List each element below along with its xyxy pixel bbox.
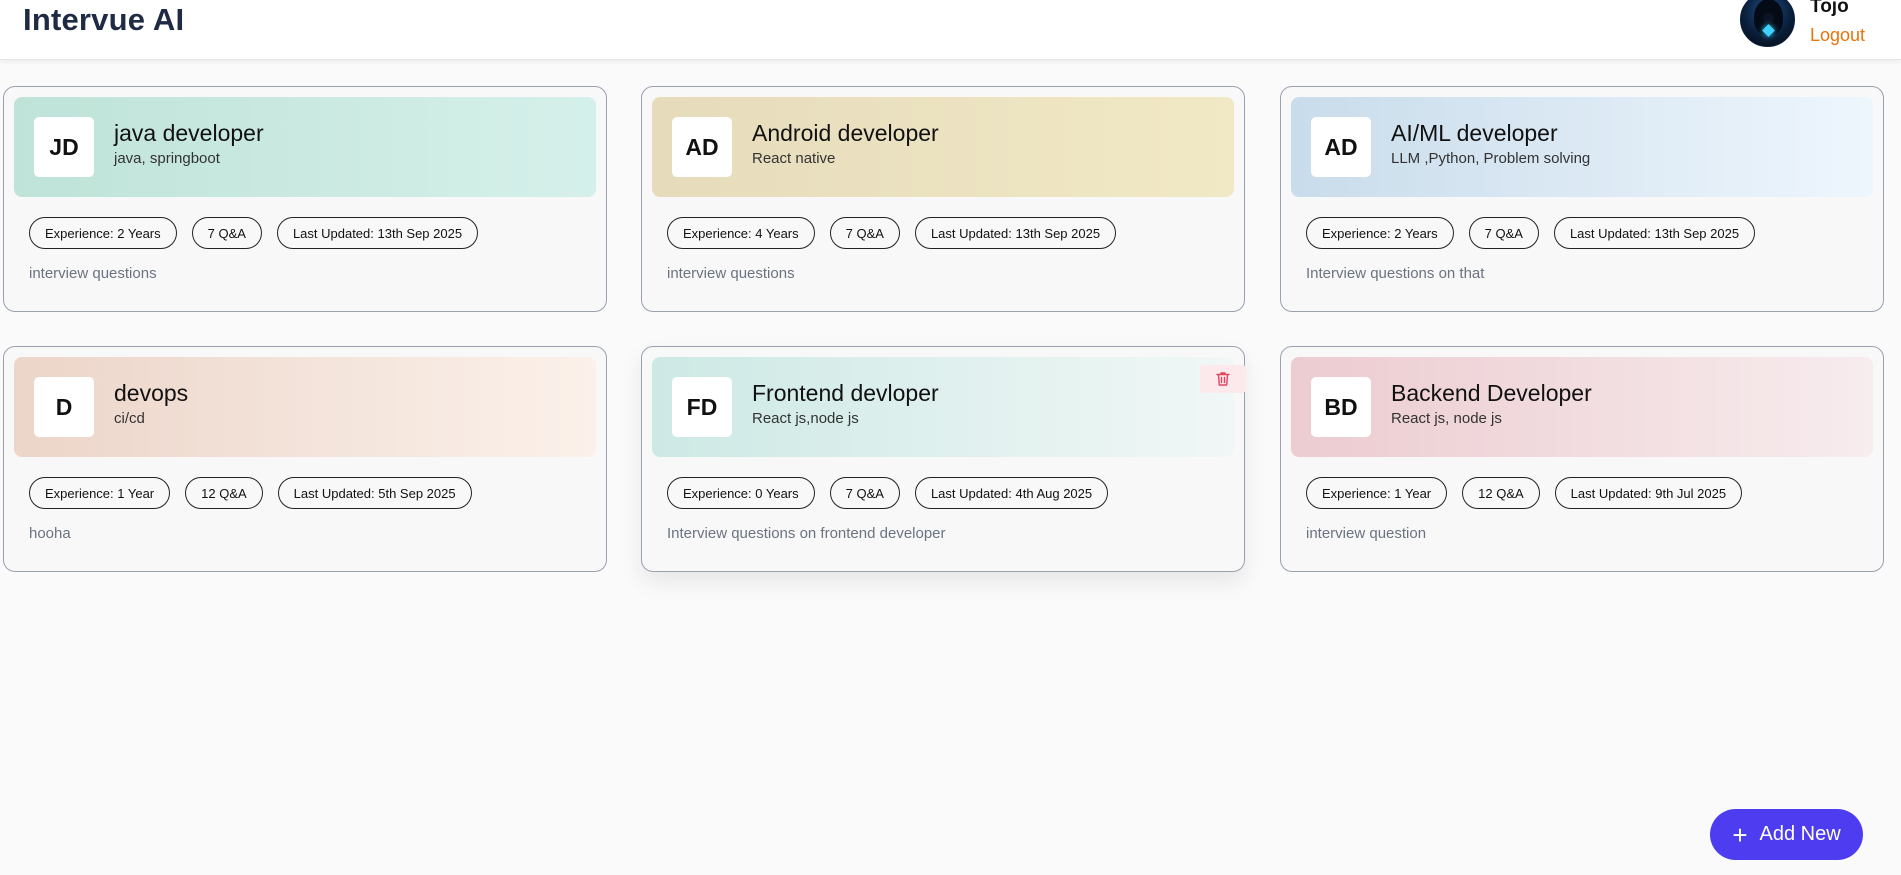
card-header: D devops ci/cd (14, 357, 596, 457)
qa-count-tag: 12 Q&A (185, 477, 263, 509)
last-updated-tag: Last Updated: 13th Sep 2025 (1553, 217, 1756, 249)
card-tags: Experience: 1 Year 12 Q&A Last Updated: … (29, 477, 472, 509)
experience-tag: Experience: 0 Years (667, 477, 815, 509)
interview-card[interactable]: JD java developer java, springboot Exper… (3, 86, 607, 312)
card-tags: Experience: 0 Years 7 Q&A Last Updated: … (667, 477, 1109, 509)
card-tags: Experience: 1 Year 12 Q&A Last Updated: … (1306, 477, 1743, 509)
card-header: AD Android developer React native (652, 97, 1234, 197)
user-avatar[interactable] (1740, 0, 1795, 47)
interview-card[interactable]: D devops ci/cd Experience: 1 Year 12 Q&A… (3, 346, 607, 572)
experience-tag: Experience: 4 Years (667, 217, 815, 249)
plus-icon: + (1732, 819, 1748, 850)
logout-link[interactable]: Logout (1810, 25, 1865, 46)
qa-count-tag: 7 Q&A (191, 217, 262, 249)
qa-count-tag: 12 Q&A (1462, 477, 1540, 509)
experience-tag: Experience: 1 Year (29, 477, 171, 509)
card-skills: React js, node js (1391, 410, 1502, 427)
card-skills: LLM ,Python, Problem solving (1391, 150, 1591, 167)
trash-icon (1216, 372, 1230, 386)
user-name: Tojo (1810, 0, 1849, 17)
card-skills: React native (752, 150, 836, 167)
last-updated-tag: Last Updated: 13th Sep 2025 (914, 217, 1117, 249)
last-updated-tag: Last Updated: 13th Sep 2025 (276, 217, 479, 249)
card-header: AD AI/ML developer LLM ,Python, Problem … (1291, 97, 1873, 197)
experience-tag: Experience: 1 Year (1306, 477, 1448, 509)
app-title: Intervue AI (23, 2, 185, 37)
interview-card[interactable]: BD Backend Developer React js, node js E… (1280, 346, 1884, 572)
card-description: Interview questions on that (1306, 265, 1485, 282)
card-skills: React js,node js (752, 410, 859, 427)
card-header: JD java developer java, springboot (14, 97, 596, 197)
card-description: Interview questions on frontend develope… (667, 525, 946, 542)
card-title: Android developer (752, 120, 939, 146)
card-skills: java, springboot (114, 150, 220, 167)
top-header: Intervue AI Tojo Logout (0, 0, 1901, 60)
card-tags: Experience: 2 Years 7 Q&A Last Updated: … (29, 217, 479, 249)
last-updated-tag: Last Updated: 9th Jul 2025 (1554, 477, 1743, 509)
add-new-button[interactable]: + Add New (1710, 809, 1863, 860)
card-title: AI/ML developer (1391, 120, 1558, 146)
experience-tag: Experience: 2 Years (1306, 217, 1454, 249)
last-updated-tag: Last Updated: 4th Aug 2025 (914, 477, 1109, 509)
card-description: interview questions (667, 265, 795, 282)
card-tags: Experience: 4 Years 7 Q&A Last Updated: … (667, 217, 1117, 249)
interview-card[interactable]: AD Android developer React native Experi… (641, 86, 1245, 312)
card-initials: AD (672, 117, 732, 177)
avatar-face-shape (1763, 13, 1774, 23)
card-header: FD Frontend devloper React js,node js (652, 357, 1246, 457)
delete-button[interactable] (1200, 365, 1246, 393)
experience-tag: Experience: 2 Years (29, 217, 177, 249)
interview-card[interactable]: AD AI/ML developer LLM ,Python, Problem … (1280, 86, 1884, 312)
card-title: Backend Developer (1391, 380, 1592, 406)
add-new-label: Add New (1759, 823, 1841, 845)
qa-count-tag: 7 Q&A (829, 217, 900, 249)
card-initials: FD (672, 377, 732, 437)
card-description: interview questions (29, 265, 157, 282)
qa-count-tag: 7 Q&A (829, 477, 900, 509)
interview-card[interactable]: FD Frontend devloper React js,node js Ex… (641, 346, 1246, 572)
card-skills: ci/cd (114, 410, 145, 427)
card-description: interview question (1306, 525, 1427, 542)
card-initials: BD (1311, 377, 1371, 437)
card-title: Frontend devloper (752, 380, 939, 406)
card-initials: AD (1311, 117, 1371, 177)
card-title: devops (114, 380, 189, 406)
card-header: BD Backend Developer React js, node js (1291, 357, 1873, 457)
qa-count-tag: 7 Q&A (1468, 217, 1539, 249)
card-description: hooha (29, 525, 71, 542)
last-updated-tag: Last Updated: 5th Sep 2025 (277, 477, 472, 509)
card-initials: D (34, 377, 94, 437)
card-initials: JD (34, 117, 94, 177)
card-tags: Experience: 2 Years 7 Q&A Last Updated: … (1306, 217, 1756, 249)
card-title: java developer (114, 120, 264, 146)
